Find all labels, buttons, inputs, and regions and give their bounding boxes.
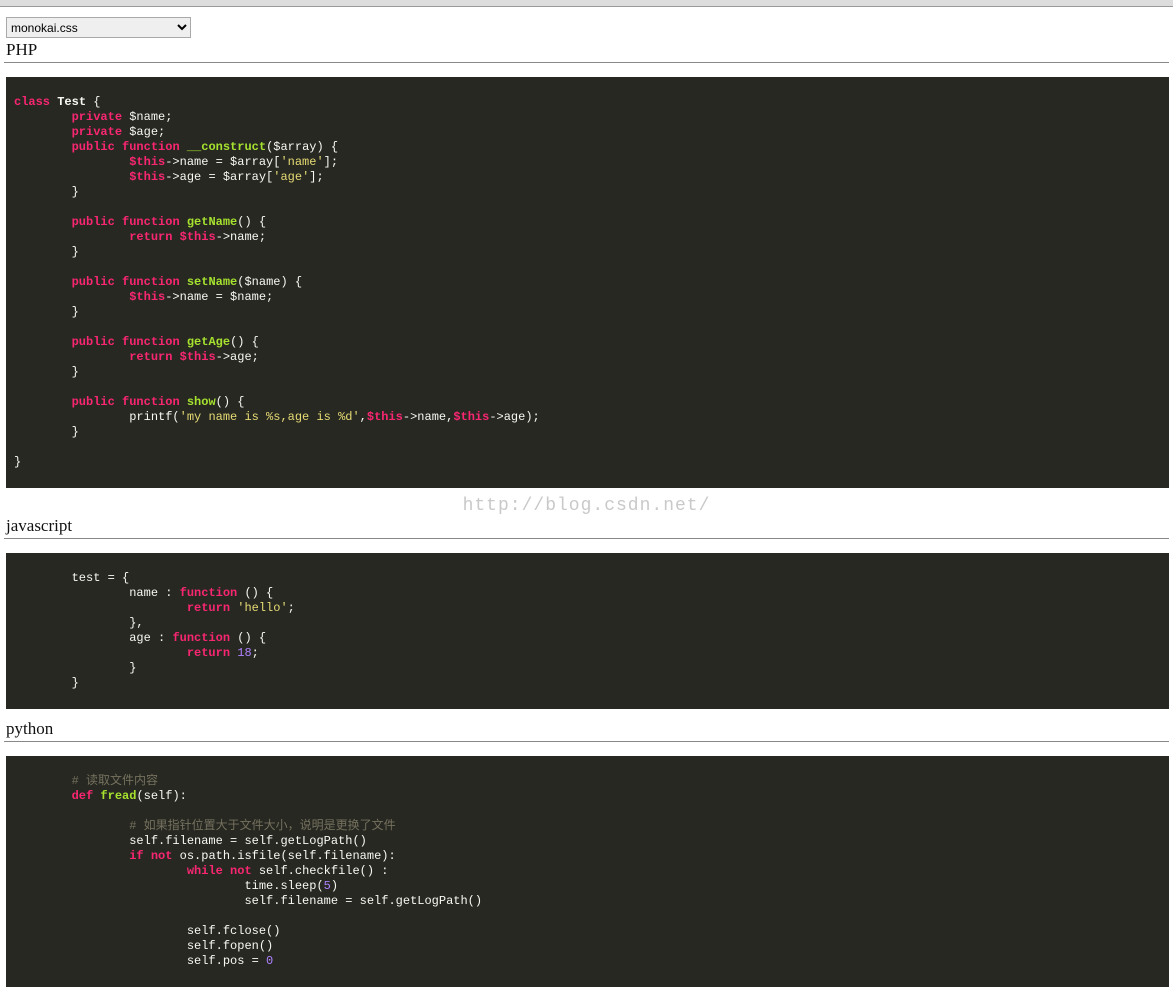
section-title-python: python bbox=[6, 719, 1169, 739]
page-content: monokai.css PHP class Test { private $na… bbox=[0, 7, 1173, 991]
divider bbox=[4, 741, 1169, 742]
browser-chrome-top bbox=[0, 0, 1173, 7]
code-block-python: # 读取文件内容 def fread(self): # 如果指针位置大于文件大小… bbox=[6, 756, 1169, 987]
section-title-js: javascript bbox=[6, 516, 1169, 536]
watermark-text: http://blog.csdn.net/ bbox=[4, 496, 1169, 516]
theme-select[interactable]: monokai.css bbox=[6, 17, 191, 38]
section-title-php: PHP bbox=[6, 40, 1169, 60]
divider bbox=[4, 62, 1169, 63]
divider bbox=[4, 538, 1169, 539]
code-block-js: test = { name : function () { return 'he… bbox=[6, 553, 1169, 709]
code-block-php: class Test { private $name; private $age… bbox=[6, 77, 1169, 488]
theme-selector-row: monokai.css bbox=[6, 17, 1169, 38]
